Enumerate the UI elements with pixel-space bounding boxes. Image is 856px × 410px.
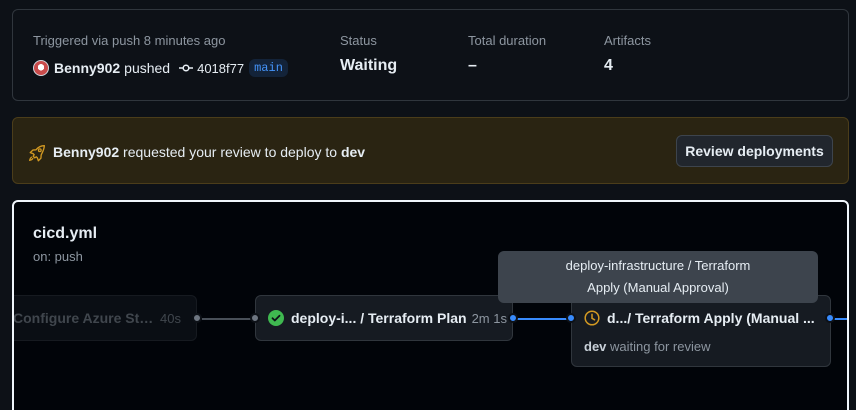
job-tooltip: deploy-infrastructure / Terraform Apply …	[498, 251, 818, 303]
job-connector-dot	[566, 313, 576, 323]
review-requester: Benny902	[53, 144, 120, 160]
tooltip-line-1: deploy-infrastructure / Terraform	[565, 258, 751, 273]
avatar[interactable]	[33, 60, 49, 76]
workflow-trigger: on: push	[33, 249, 83, 264]
job-card-configure-storage[interactable]: Configure Azure Stora... 40s	[13, 295, 197, 341]
review-request-banner: Benny902 requested your review to deploy…	[12, 117, 849, 184]
connector-line-active	[517, 318, 569, 320]
pusher-username[interactable]: Benny902	[54, 60, 120, 76]
job-title: Configure Azure Stora...	[13, 310, 155, 326]
duration-field: Total duration –	[468, 33, 546, 75]
job-waiting-text: waiting for review	[610, 339, 711, 354]
git-commit-icon	[179, 64, 194, 72]
connector-line-active	[834, 318, 847, 320]
trigger-text: Triggered via push 8 minutes ago	[33, 33, 226, 48]
job-card-terraform-apply[interactable]: d.../ Terraform Apply (Manual ... dev wa…	[571, 295, 831, 367]
rocket-icon	[28, 145, 45, 162]
run-summary-card: Triggered via push 8 minutes ago Benny90…	[12, 9, 849, 101]
artifacts-label: Artifacts	[604, 33, 651, 48]
job-connector-dot	[250, 313, 260, 323]
review-message: Benny902 requested your review to deploy…	[53, 144, 365, 160]
job-card-terraform-plan[interactable]: deploy-i... / Terraform Plan 2m 1s	[255, 295, 513, 341]
clock-icon	[584, 310, 600, 326]
status-field: Status Waiting	[340, 33, 397, 75]
job-environment: dev	[584, 339, 607, 354]
job-title: d.../ Terraform Apply (Manual ...	[607, 310, 815, 326]
pusher-row: Benny902 pushed 4018f77 main	[33, 59, 288, 77]
job-title: deploy-i... / Terraform Plan	[291, 310, 467, 326]
artifacts-field: Artifacts 4	[604, 33, 651, 75]
duration-label: Total duration	[468, 33, 547, 48]
workflow-name[interactable]: cicd.yml	[33, 225, 97, 243]
review-deployments-button[interactable]: Review deployments	[676, 135, 833, 167]
tooltip-line-2: Apply (Manual Approval)	[587, 280, 729, 295]
connector-line	[202, 318, 254, 320]
job-duration: 40s	[160, 310, 181, 326]
pushed-label: pushed	[124, 60, 171, 76]
status-value: Waiting	[340, 57, 398, 74]
status-label: Status	[340, 33, 377, 48]
artifacts-value[interactable]: 4	[604, 57, 651, 75]
job-subtext: dev waiting for review	[584, 339, 710, 354]
review-message-text: requested your review to deploy to	[123, 144, 338, 160]
job-connector-dot	[825, 313, 835, 323]
job-duration: 2m 1s	[471, 310, 507, 326]
branch-badge[interactable]: main	[249, 59, 288, 77]
job-connector-dot	[508, 313, 518, 323]
review-environment: dev	[340, 144, 366, 160]
check-circle-icon	[268, 310, 284, 326]
workflow-graph: cicd.yml on: push Configure Azure Stora.…	[12, 200, 849, 410]
job-connector-dot	[192, 313, 202, 323]
commit-sha-link[interactable]: 4018f77	[197, 61, 244, 76]
duration-value: –	[468, 57, 477, 74]
